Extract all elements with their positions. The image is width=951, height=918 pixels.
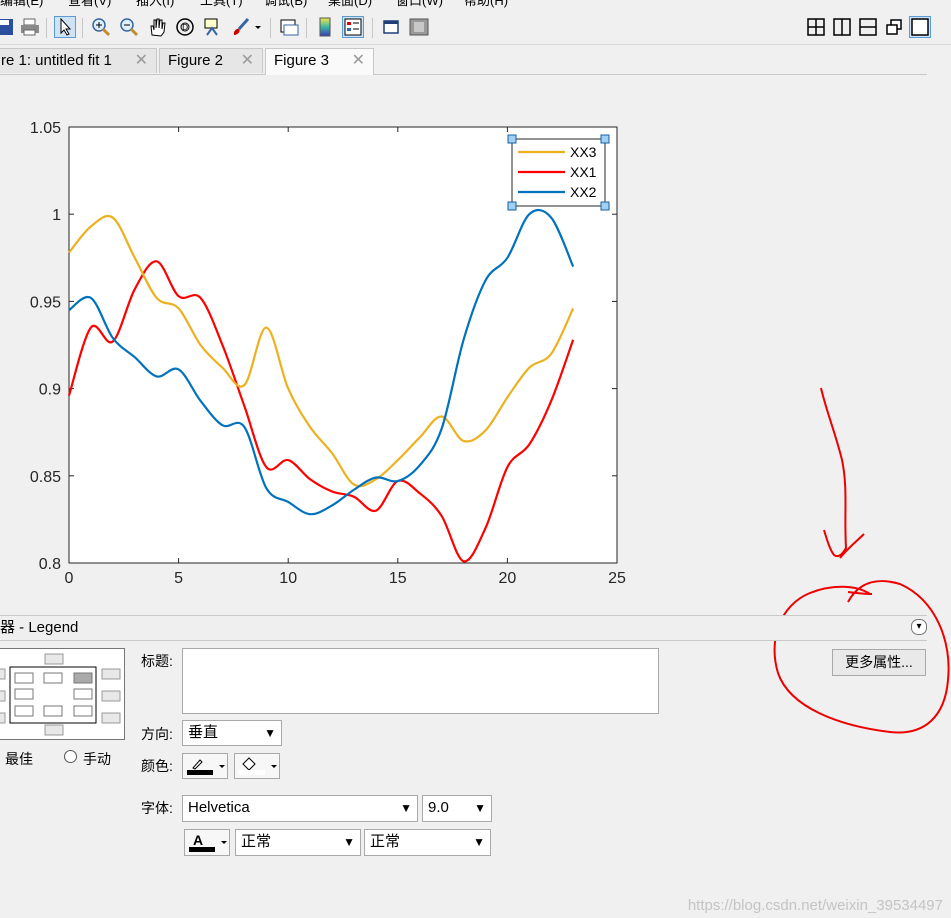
location-manual-radio[interactable] xyxy=(64,750,77,763)
chevron-down-icon: ▼ xyxy=(264,726,276,740)
pan-icon[interactable] xyxy=(146,16,168,38)
colorbar-icon[interactable] xyxy=(314,16,336,38)
chevron-down-icon: ▼ xyxy=(400,801,412,815)
collapse-icon[interactable]: ▾ xyxy=(911,619,927,635)
y-tick-label: 1.05 xyxy=(30,120,61,137)
orientation-select[interactable]: 垂直 ▼ xyxy=(182,720,282,746)
location-manual-label[interactable]: 手动 xyxy=(83,749,111,769)
x-tick-label: 15 xyxy=(389,570,407,587)
title-label: 标题: xyxy=(141,653,173,669)
chevron-down-icon: ▼ xyxy=(473,835,485,849)
y-tick-label: 0.9 xyxy=(39,382,61,399)
tab-label: Figure 2 xyxy=(168,52,224,69)
menu-item[interactable]: 帮助(H) xyxy=(464,0,508,9)
red-annotation-drawing xyxy=(773,387,950,734)
menu-item[interactable]: 桌面(D) xyxy=(328,0,372,9)
legend-icon[interactable] xyxy=(342,16,364,38)
legend-label: XX3 xyxy=(570,144,597,160)
font-size-select[interactable]: 9.0 ▼ xyxy=(422,795,492,822)
svg-text:D: D xyxy=(182,23,188,32)
data-cursor-icon[interactable] xyxy=(202,16,224,38)
maximize-icon[interactable] xyxy=(909,16,931,38)
tile-icon[interactable] xyxy=(805,16,827,38)
face-color-button[interactable] xyxy=(234,753,280,779)
zoom-in-icon[interactable] xyxy=(90,16,112,38)
color-label: 颜色: xyxy=(141,758,173,774)
font-color-button[interactable]: A xyxy=(184,829,230,856)
brush-dropdown-icon[interactable] xyxy=(252,16,264,38)
location-best-label[interactable]: 最佳 xyxy=(5,749,33,769)
menu-item[interactable]: 调试(B) xyxy=(264,0,307,9)
print-icon[interactable] xyxy=(19,16,41,38)
legend-label: XX1 xyxy=(570,164,597,180)
menu-item[interactable]: 窗口(W) xyxy=(396,0,443,9)
menu-item[interactable]: 查看(V) xyxy=(68,0,111,9)
menu-item[interactable]: 插入(I) xyxy=(136,0,174,9)
tab-label: Figure 3 xyxy=(274,52,330,69)
pointer-icon[interactable] xyxy=(54,16,76,38)
legend-title-field[interactable] xyxy=(182,648,659,714)
font-family-select[interactable]: Helvetica ▼ xyxy=(182,795,418,822)
y-tick-label: 0.95 xyxy=(30,294,61,311)
font-label: 字体: xyxy=(141,800,173,816)
x-tick-label: 25 xyxy=(608,570,626,587)
y-tick-label: 0.8 xyxy=(39,556,61,573)
float-icon[interactable] xyxy=(883,16,905,38)
close-icon[interactable]: ✕ xyxy=(135,49,148,73)
chevron-down-icon: ▼ xyxy=(474,801,486,815)
rotate-3d-icon[interactable]: D xyxy=(174,16,196,38)
x-tick-label: 20 xyxy=(499,570,517,587)
y-tick-label: 1 xyxy=(52,207,61,224)
tab-figure-1[interactable]: re 1: untitled fit 1 ✕ xyxy=(0,48,157,73)
inspector-title: 器 - Legend xyxy=(0,619,79,636)
legend-location-picker[interactable] xyxy=(0,648,125,740)
top-bottom-icon[interactable] xyxy=(857,16,879,38)
left-right-icon[interactable] xyxy=(831,16,853,38)
brush-icon[interactable] xyxy=(230,16,252,38)
show-plot-tools-icon[interactable] xyxy=(408,16,430,38)
menu-item[interactable]: 工具(T) xyxy=(200,0,243,9)
y-tick-label: 0.85 xyxy=(30,469,61,486)
font-weight-select[interactable]: 正常 ▼ xyxy=(235,829,361,856)
selection-handle[interactable] xyxy=(600,201,610,211)
orientation-label: 方向: xyxy=(141,726,173,742)
more-properties-button[interactable]: 更多属性... xyxy=(832,649,926,676)
link-plot-icon[interactable] xyxy=(278,16,300,38)
selection-handle[interactable] xyxy=(600,134,610,144)
close-icon[interactable]: ✕ xyxy=(241,49,254,73)
x-tick-label: 10 xyxy=(279,570,297,587)
selection-handle[interactable] xyxy=(507,201,517,211)
tab-figure-2[interactable]: Figure 2 ✕ xyxy=(159,48,263,73)
save-icon[interactable] xyxy=(0,16,16,38)
watermark: https://blog.csdn.net/weixin_39534497 xyxy=(687,897,943,914)
x-tick-label: 5 xyxy=(174,570,183,587)
figure-tab-bar: re 1: untitled fit 1 ✕ Figure 2 ✕ Figure… xyxy=(0,46,927,75)
close-icon[interactable]: ✕ xyxy=(352,49,365,73)
tab-figure-3[interactable]: Figure 3 ✕ xyxy=(265,48,374,75)
legend-label: XX2 xyxy=(570,184,597,200)
edge-color-button[interactable] xyxy=(182,753,228,779)
hide-plot-tools-icon[interactable] xyxy=(380,16,402,38)
tab-label: re 1: untitled fit 1 xyxy=(1,52,112,69)
property-inspector-header: 器 - Legend ▾ xyxy=(0,615,927,641)
x-tick-label: 0 xyxy=(65,570,74,587)
font-angle-select[interactable]: 正常 ▼ xyxy=(364,829,491,856)
selection-handle[interactable] xyxy=(507,134,517,144)
menu-item[interactable]: 编辑(E) xyxy=(0,0,43,9)
chevron-down-icon: ▼ xyxy=(343,835,355,849)
menu-bar: 编辑(E) 查看(V) 插入(I) 工具(T) 调试(B) 桌面(D) 窗口(W) 帮助(H) xyxy=(0,0,951,9)
zoom-out-icon[interactable] xyxy=(118,16,140,38)
svg-text:A: A xyxy=(193,832,203,848)
figure-toolbar: D xyxy=(0,10,951,45)
